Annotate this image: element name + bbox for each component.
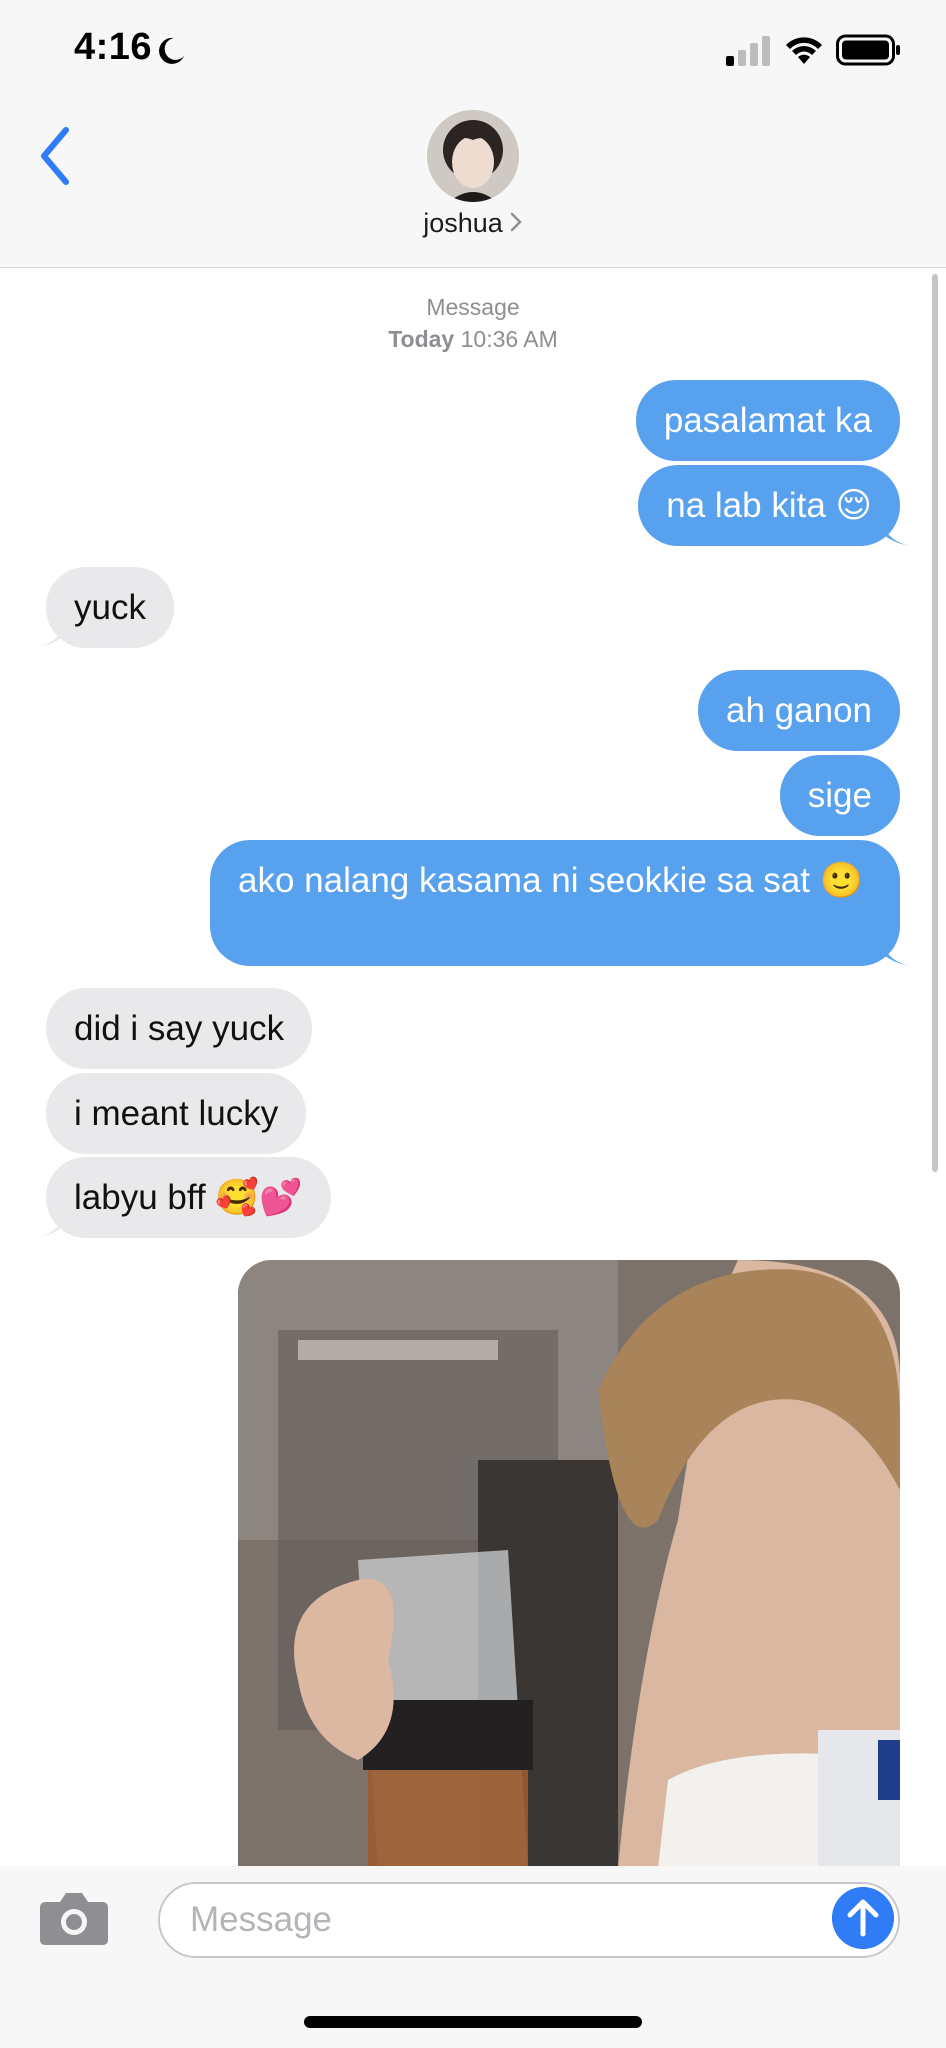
sent-message-bubble[interactable]: ah ganon [698,670,900,751]
bubble-tail [36,1208,66,1238]
wifi-icon [786,37,822,64]
scrollbar[interactable] [932,274,938,1172]
status-time: 4:16 [74,26,153,68]
message-input[interactable]: Message [158,1882,900,1958]
bubble-tail [36,618,66,648]
timestamp-time: 10:36 AM [460,326,558,352]
received-message-bubble[interactable]: i meant lucky [46,1073,307,1154]
photo-message[interactable] [238,1260,900,1868]
service-label: Message [426,294,520,320]
message-timestamp: Today 10:36 AM [0,326,946,353]
bubble-tail [880,516,910,546]
send-button[interactable] [832,1887,894,1949]
sent-message-bubble[interactable]: na lab kita 😌 [638,465,900,546]
home-indicator[interactable] [304,2016,642,2028]
timestamp-day: Today [388,326,455,352]
status-bar: 4:16 [0,0,946,100]
bubble-tail [880,936,910,966]
battery-icon [836,34,900,66]
moon-icon [159,37,184,64]
contact-name: joshua [423,208,503,238]
camera-icon[interactable] [38,1890,110,1946]
sent-message-bubble[interactable]: pasalamat ka [635,380,900,461]
chevron-left-icon[interactable] [30,118,80,194]
conversation-header: joshua [0,100,946,268]
received-message-bubble[interactable]: did i say yuck [46,988,313,1069]
signal-icon [726,36,770,66]
chevron-right-icon [510,212,522,232]
sent-message-bubble[interactable]: sige [779,755,900,836]
message-placeholder: Message [190,1900,333,1939]
contact-avatar[interactable] [427,110,519,202]
contact-name-button[interactable]: joshua [0,208,946,239]
received-message-bubble[interactable]: labyu bff 🥰💕 [46,1157,331,1238]
sent-message-bubble[interactable]: ako nalang kasama ni seokkie sa sat 🙂 [210,840,900,966]
